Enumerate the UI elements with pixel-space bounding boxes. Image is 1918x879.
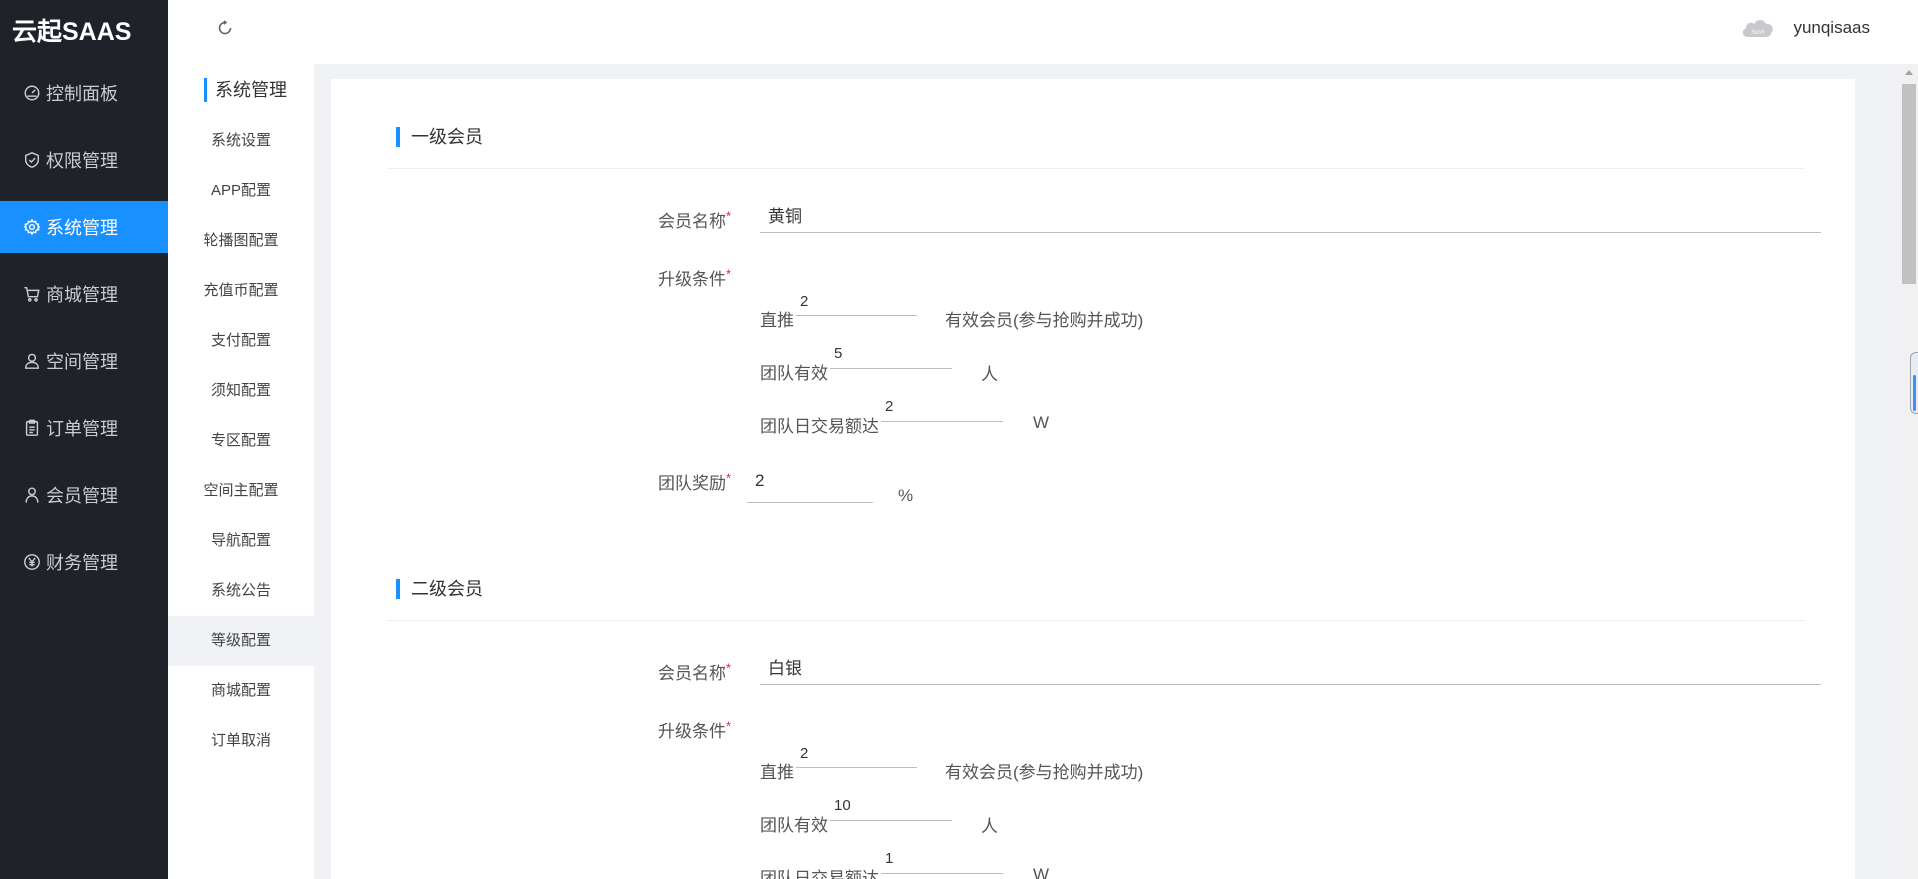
upgrade-condition-label: 升级条件* bbox=[658, 718, 732, 741]
sub-menu-item-system-settings[interactable]: 系统设置 bbox=[168, 116, 314, 166]
person-unit: 人 bbox=[981, 817, 998, 836]
gear-icon bbox=[22, 217, 42, 237]
nav-item-system[interactable]: 系统管理 bbox=[0, 201, 168, 253]
nav-item-mall[interactable]: 商城管理 bbox=[0, 268, 168, 320]
sub-menu-item-nav-config[interactable]: 导航配置 bbox=[168, 516, 314, 566]
nav-item-label: 控制面板 bbox=[46, 84, 118, 104]
main-sidebar: 云起SAAS 控制面板 权限管理 系统管理 商城管理 空间管理 订单管理 会员管… bbox=[0, 0, 168, 879]
sub-menu-item-mall-config[interactable]: 商城配置 bbox=[168, 666, 314, 716]
direct-label: 直推 bbox=[760, 763, 794, 782]
cart-icon bbox=[22, 284, 42, 304]
nav-item-orders[interactable]: 订单管理 bbox=[0, 402, 168, 454]
nav-item-members[interactable]: 会员管理 bbox=[0, 469, 168, 521]
team-valid-input[interactable] bbox=[830, 339, 952, 369]
refresh-icon[interactable] bbox=[215, 18, 235, 38]
sub-menu-item-recharge-config[interactable]: 充值币配置 bbox=[168, 266, 314, 316]
nav-item-label: 订单管理 bbox=[46, 419, 118, 439]
nav-item-permissions[interactable]: 权限管理 bbox=[0, 134, 168, 186]
direct-input[interactable] bbox=[796, 287, 917, 316]
nav-item-label: 空间管理 bbox=[46, 352, 118, 372]
team-daily-input[interactable] bbox=[881, 844, 1003, 874]
yen-icon bbox=[22, 552, 42, 572]
sub-menu-title: 系统管理 bbox=[204, 78, 287, 102]
nav-item-label: 权限管理 bbox=[46, 151, 118, 171]
member-name-label: 会员名称* bbox=[658, 660, 732, 683]
nav-item-dashboard[interactable]: 控制面板 bbox=[0, 67, 168, 119]
sub-menu-item-app-config[interactable]: APP配置 bbox=[168, 166, 314, 216]
direct-label: 直推 bbox=[760, 311, 794, 330]
divider bbox=[387, 620, 1805, 621]
upgrade-condition-label: 升级条件* bbox=[658, 266, 732, 289]
nav-item-space[interactable]: 空间管理 bbox=[0, 335, 168, 387]
direct-suffix: 有效会员(参与抢购并成功) bbox=[945, 311, 1144, 330]
team-reward-input[interactable] bbox=[747, 459, 873, 503]
section-title-level-2: 二级会员 bbox=[396, 579, 483, 599]
brand-logo: 云起SAAS bbox=[12, 18, 132, 46]
section-title-level-1: 一级会员 bbox=[396, 127, 483, 147]
percent-unit: % bbox=[898, 486, 914, 505]
scrollbar[interactable] bbox=[1900, 64, 1918, 879]
person-unit: 人 bbox=[981, 365, 998, 384]
content-card: 一级会员 会员名称* 升级条件* 直推 有效会员(参与抢购并成功) 团队有效 人… bbox=[331, 79, 1855, 879]
sub-menu-item-notice-config[interactable]: 须知配置 bbox=[168, 366, 314, 416]
w-unit: W bbox=[1033, 865, 1050, 879]
scrollbar-thumb[interactable] bbox=[1902, 84, 1916, 284]
avatar-text: SaaS bbox=[1752, 30, 1766, 36]
scroll-up-icon[interactable] bbox=[1905, 70, 1913, 75]
member-name-input[interactable] bbox=[760, 649, 1821, 685]
username[interactable]: yunqisaas bbox=[1793, 18, 1870, 38]
sub-menu: 系统管理 系统设置 APP配置 轮播图配置 充值币配置 支付配置 须知配置 专区… bbox=[168, 64, 314, 879]
shield-check-icon bbox=[22, 150, 42, 170]
top-header: SaaS yunqisaas bbox=[168, 0, 1918, 64]
nav-item-finance[interactable]: 财务管理 bbox=[0, 536, 168, 588]
sub-menu-item-zone-config[interactable]: 专区配置 bbox=[168, 416, 314, 466]
sub-menu-item-space-owner-config[interactable]: 空间主配置 bbox=[168, 466, 314, 516]
divider bbox=[387, 168, 1805, 169]
clipboard-icon bbox=[22, 418, 42, 438]
sub-menu-item-payment-config[interactable]: 支付配置 bbox=[168, 316, 314, 366]
dashboard-icon bbox=[22, 83, 42, 103]
sub-menu-item-order-cancel[interactable]: 订单取消 bbox=[168, 716, 314, 766]
team-reward-label: 团队奖励* bbox=[658, 470, 732, 493]
team-daily-label: 团队日交易额达 bbox=[760, 869, 879, 879]
nav-item-label: 会员管理 bbox=[46, 486, 118, 506]
team-valid-label: 团队有效 bbox=[760, 364, 828, 383]
sub-menu-item-carousel-config[interactable]: 轮播图配置 bbox=[168, 216, 314, 266]
direct-input[interactable] bbox=[796, 739, 917, 768]
team-valid-input[interactable] bbox=[830, 791, 952, 821]
side-drawer-handle[interactable] bbox=[1910, 352, 1918, 414]
user-menu[interactable]: SaaS yunqisaas bbox=[1739, 13, 1870, 43]
user-icon bbox=[22, 351, 42, 371]
team-daily-label: 团队日交易额达 bbox=[760, 417, 879, 436]
avatar[interactable]: SaaS bbox=[1739, 13, 1777, 43]
nav-item-label: 财务管理 bbox=[46, 553, 118, 573]
member-name-label: 会员名称* bbox=[658, 208, 732, 231]
nav-item-label: 系统管理 bbox=[46, 218, 118, 238]
member-name-input[interactable] bbox=[760, 197, 1821, 233]
w-unit: W bbox=[1033, 413, 1050, 432]
nav-item-label: 商城管理 bbox=[46, 285, 118, 305]
person-icon bbox=[22, 485, 42, 505]
sub-menu-item-level-config[interactable]: 等级配置 bbox=[168, 616, 314, 666]
direct-suffix: 有效会员(参与抢购并成功) bbox=[945, 763, 1144, 782]
team-daily-input[interactable] bbox=[881, 392, 1003, 422]
team-valid-label: 团队有效 bbox=[760, 816, 828, 835]
sub-menu-item-announcement[interactable]: 系统公告 bbox=[168, 566, 314, 616]
